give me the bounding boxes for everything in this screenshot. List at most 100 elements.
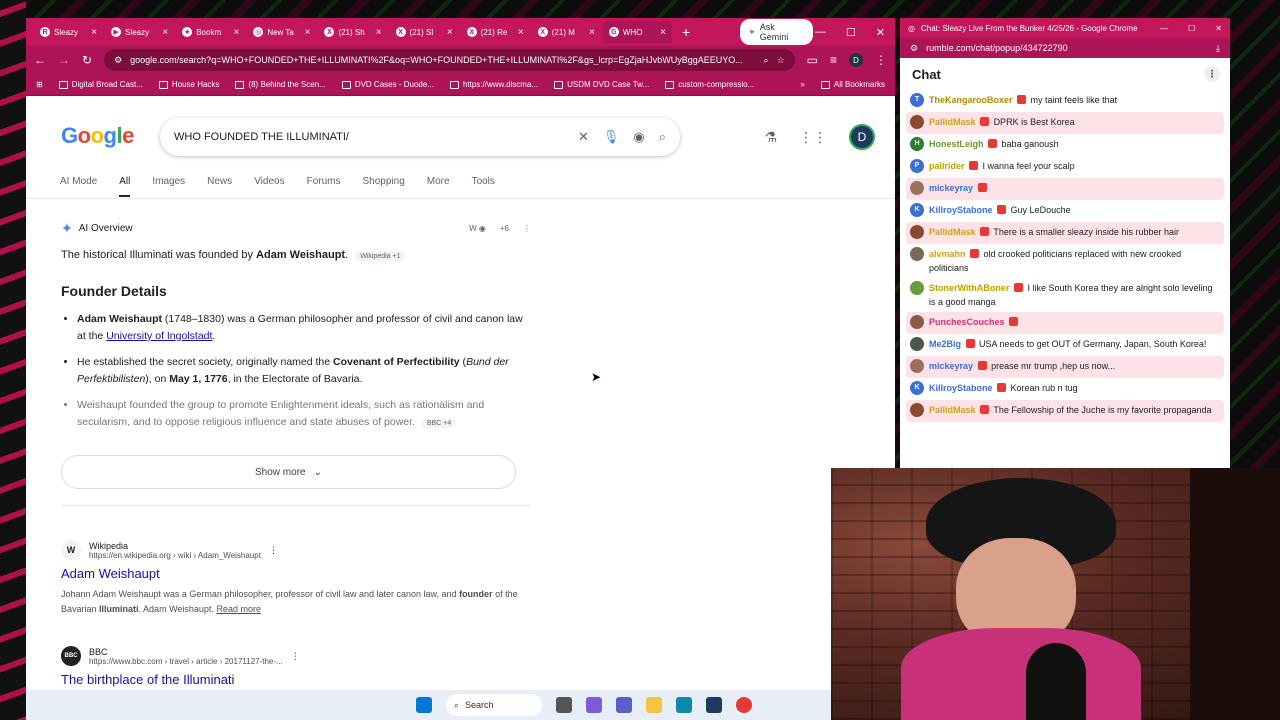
search-lens-icon[interactable]: ⌕	[764, 55, 769, 66]
new-tab-button[interactable]: +	[674, 24, 698, 40]
apps-grid-icon[interactable]: ⋮⋮	[799, 129, 827, 146]
search-tab-videos[interactable]: Videos	[254, 176, 284, 197]
chat-username[interactable]: mickeyray	[929, 183, 973, 193]
chat-username[interactable]: alvmahn	[929, 249, 966, 259]
chat-username[interactable]: PallidMask	[929, 227, 976, 237]
bookmarks-overflow-icon[interactable]: »	[800, 80, 804, 89]
minimize-icon[interactable]: —	[815, 26, 826, 39]
tab-close-icon[interactable]: ×	[91, 27, 97, 38]
user-avatar[interactable]	[910, 359, 924, 373]
browser-tab[interactable]: X (21) M ×	[532, 21, 601, 43]
user-avatar[interactable]	[910, 403, 924, 417]
close-icon[interactable]: ✕	[876, 26, 885, 39]
tab-close-icon[interactable]: ×	[447, 27, 453, 38]
chat-menu-icon[interactable]: ⋮	[1204, 66, 1220, 82]
university-link[interactable]: University of Ingolstadt	[106, 330, 212, 342]
bookmark-item[interactable]: https://www.discma...	[449, 80, 538, 89]
user-avatar[interactable]: K	[910, 381, 924, 395]
user-avatar[interactable]	[910, 247, 924, 261]
bookmark-item[interactable]: custom-compressio...	[665, 80, 754, 89]
browser-tab[interactable]: R Sleazy ×	[34, 21, 103, 43]
close-icon[interactable]: ✕	[1215, 24, 1222, 33]
chat-username[interactable]: PallidMask	[929, 117, 976, 127]
search-icon[interactable]: ⌕	[659, 129, 666, 145]
browser-tab[interactable]: ★ Bookm ×	[176, 21, 245, 43]
apps-grid-icon[interactable]: ⊞	[36, 80, 43, 89]
user-avatar[interactable]	[910, 115, 924, 129]
reading-list-icon[interactable]: ≡	[830, 53, 837, 67]
camera-lens-icon[interactable]: ◉	[633, 129, 644, 145]
chat-username[interactable]: PunchesCouches	[929, 317, 1005, 327]
bookmark-item[interactable]: Digital Broad Cast...	[58, 80, 143, 89]
user-avatar[interactable]: K	[910, 203, 924, 217]
search-tab-shopping[interactable]: Shopping	[363, 176, 405, 197]
user-avatar[interactable]: H	[910, 137, 924, 151]
browser-tab[interactable]: ◎ New Ta ×	[247, 21, 316, 43]
maximize-icon[interactable]: ☐	[846, 26, 856, 39]
store-icon[interactable]	[706, 697, 722, 713]
labs-flask-icon[interactable]: ⚗	[764, 129, 777, 146]
ai-sources[interactable]: W ◉ +6 ⋮	[469, 224, 531, 233]
chat-username[interactable]: HonestLeigh	[929, 139, 984, 149]
search-box[interactable]: WHO FOUNDED THE ILLUMINATI/ ✕ 🎙 ◉ ⌕	[160, 118, 680, 156]
bookmark-item[interactable]: USDM DVD Case Tw...	[554, 80, 649, 89]
chat-username[interactable]: StonerWithABoner	[929, 283, 1009, 293]
chat-username[interactable]: KillroyStabone	[929, 205, 993, 215]
tab-close-icon[interactable]: ×	[162, 27, 168, 38]
site-info-icon[interactable]: ⚙	[910, 43, 918, 54]
profile-avatar[interactable]: D	[849, 53, 863, 67]
browser-tab[interactable]: X (21) Sl ×	[390, 21, 459, 43]
ask-gemini-button[interactable]: ✦ Ask Gemini	[740, 19, 813, 45]
tab-close-icon[interactable]: ×	[305, 27, 311, 38]
user-avatar[interactable]: P	[910, 159, 924, 173]
result-menu-icon[interactable]: ⋮	[269, 545, 278, 556]
result-menu-icon[interactable]: ⋮	[291, 651, 300, 662]
tab-close-icon[interactable]: ×	[376, 27, 382, 38]
search-tab-tools[interactable]: Tools	[472, 176, 495, 197]
citation-chip[interactable]: BBC +4	[421, 419, 457, 428]
tab-close-icon[interactable]: ×	[660, 27, 666, 38]
search-tab-images[interactable]: Images	[152, 176, 185, 197]
chat-username[interactable]: PallidMask	[929, 405, 976, 415]
back-icon[interactable]: ←	[34, 53, 46, 67]
search-tab-news[interactable]: News	[207, 176, 232, 197]
search-tab-all[interactable]: All	[119, 176, 131, 197]
bookmark-item[interactable]: (8) Behind the Scen...	[235, 80, 326, 89]
result-title-link[interactable]: Adam Weishaupt	[61, 566, 531, 581]
site-info-icon[interactable]: ⚙	[114, 55, 122, 66]
menu-icon[interactable]: ⋮	[875, 53, 887, 67]
sidepanel-icon[interactable]: ▭	[807, 53, 818, 67]
teams-icon[interactable]	[616, 697, 632, 713]
reload-icon[interactable]: ↻	[82, 53, 92, 67]
user-avatar[interactable]	[910, 181, 924, 195]
browser-tab[interactable]: X (21) Sh ×	[318, 21, 387, 43]
browser-tab[interactable]: ▶ Sleazy ×	[105, 21, 174, 43]
read-more-link[interactable]: Read more	[216, 604, 261, 614]
start-icon[interactable]	[416, 697, 432, 713]
download-icon[interactable]: ⤓	[1216, 43, 1220, 54]
result-site[interactable]: BBC BBC https://www.bbc.com › travel › a…	[61, 646, 531, 666]
user-avatar[interactable]	[910, 225, 924, 239]
tab-close-icon[interactable]: ×	[233, 27, 239, 38]
search-tab-forums[interactable]: Forums	[307, 176, 341, 197]
maximize-icon[interactable]: ☐	[1188, 24, 1195, 33]
clear-icon[interactable]: ✕	[578, 129, 589, 145]
tab-close-icon[interactable]: ×	[518, 27, 524, 38]
search-query[interactable]: WHO FOUNDED THE ILLUMINATI/	[174, 131, 564, 143]
chat-username[interactable]: mickeyray	[929, 361, 973, 371]
user-avatar[interactable]: T	[910, 93, 924, 107]
user-avatar[interactable]	[910, 281, 924, 295]
browser-tab[interactable]: X (21) Re ×	[461, 21, 530, 43]
user-avatar[interactable]	[910, 337, 924, 351]
task-view-icon[interactable]	[556, 697, 572, 713]
search-tab-ai-mode[interactable]: AI Mode	[60, 176, 97, 197]
chat-username[interactable]: pailrider	[929, 161, 965, 171]
forward-icon[interactable]: →	[58, 53, 70, 67]
edge-icon[interactable]	[676, 697, 692, 713]
chat-username[interactable]: Me2Big	[929, 339, 961, 349]
browser-tab[interactable]: G WHO ×	[602, 21, 672, 43]
show-more-button[interactable]: Show more ⌄	[61, 455, 516, 489]
file-explorer-icon[interactable]	[646, 697, 662, 713]
tab-close-icon[interactable]: ×	[589, 27, 595, 38]
chrome-icon[interactable]	[736, 697, 752, 713]
